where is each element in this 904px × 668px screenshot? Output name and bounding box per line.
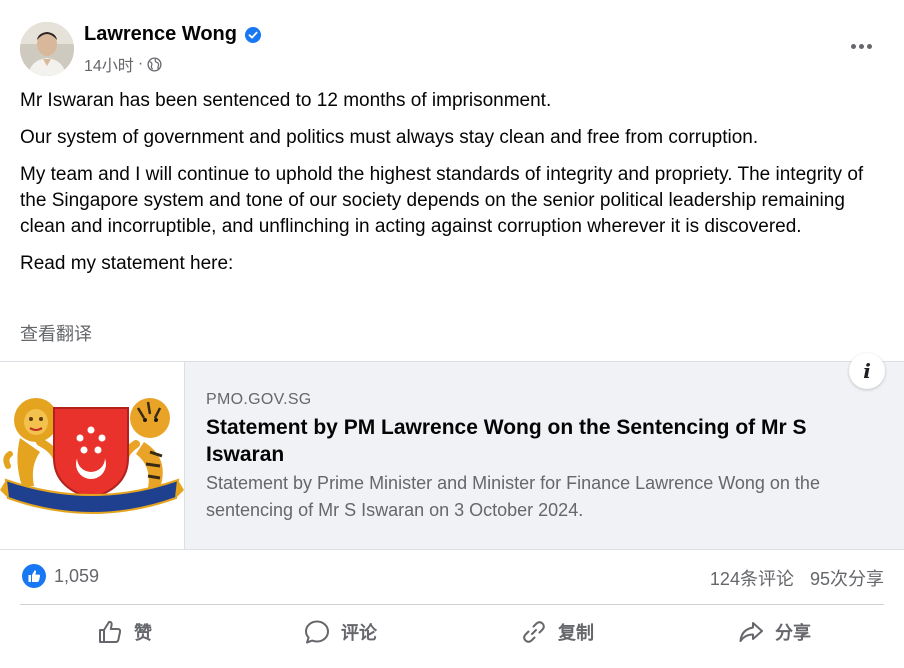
- link-domain: PMO.GOV.SG: [206, 391, 312, 408]
- comment-count[interactable]: 124条评论: [710, 565, 794, 591]
- more-dot: [858, 43, 864, 49]
- author-name-text[interactable]: Lawrence Wong: [84, 23, 237, 46]
- post-meta: 14小时 ·: [84, 52, 162, 76]
- copy-link-button[interactable]: 复制: [520, 610, 594, 654]
- singapore-crest-image: [0, 362, 185, 549]
- thumbs-up-icon: [99, 620, 122, 643]
- globe-icon: [147, 56, 162, 72]
- share-arrow-icon: [739, 622, 763, 642]
- copy-label: 复制: [558, 623, 594, 643]
- share-count[interactable]: 95次分享: [810, 565, 884, 591]
- post-text: Mr Iswaran has been sentenced to 12 mont…: [20, 88, 870, 288]
- link-info-button[interactable]: i: [849, 353, 885, 389]
- post-paragraph: Mr Iswaran has been sentenced to 12 mont…: [20, 90, 552, 111]
- share-button[interactable]: 分享: [737, 610, 811, 654]
- link-icon: [523, 621, 545, 643]
- comment-icon: [305, 620, 329, 644]
- more-options-button[interactable]: [846, 36, 876, 56]
- see-translation-link[interactable]: 查看翻译: [20, 320, 92, 346]
- link-preview-card[interactable]: PMO.GOV.SG Statement by PM Lawrence Wong…: [0, 361, 904, 550]
- engagement-stats: 124条评论 95次分享: [710, 565, 884, 591]
- comment-button[interactable]: 评论: [303, 610, 377, 654]
- author-name[interactable]: Lawrence Wong: [84, 23, 261, 46]
- info-icon: i: [863, 359, 871, 383]
- post-actions-bar: 赞 评论 复制 分享: [0, 610, 904, 654]
- post-paragraph: My team and I will continue to uphold th…: [20, 164, 864, 237]
- link-description: Statement by Prime Minister and Minister…: [206, 473, 820, 520]
- like-reaction-icon: [22, 564, 46, 588]
- link-title[interactable]: Statement by PM Lawrence Wong on the Sen…: [206, 414, 866, 468]
- share-label: 分享: [775, 623, 811, 643]
- like-label: 赞: [134, 623, 152, 643]
- post-paragraph: Our system of government and politics mu…: [20, 127, 759, 148]
- post-time[interactable]: 14小时: [84, 52, 134, 76]
- like-button[interactable]: 赞: [96, 610, 152, 654]
- divider: [20, 604, 884, 605]
- more-dot: [866, 43, 872, 49]
- meta-separator: ·: [137, 55, 144, 72]
- post-paragraph: Read my statement here:: [20, 253, 234, 274]
- more-dot: [850, 43, 856, 49]
- reactions-summary[interactable]: 1,059: [22, 564, 99, 588]
- author-avatar[interactable]: [20, 22, 74, 76]
- verified-badge-icon: [245, 26, 261, 43]
- like-count[interactable]: 1,059: [54, 566, 99, 587]
- facebook-post: Lawrence Wong 14小时 · Mr Iswaran has been…: [0, 0, 904, 668]
- comment-label: 评论: [341, 623, 377, 643]
